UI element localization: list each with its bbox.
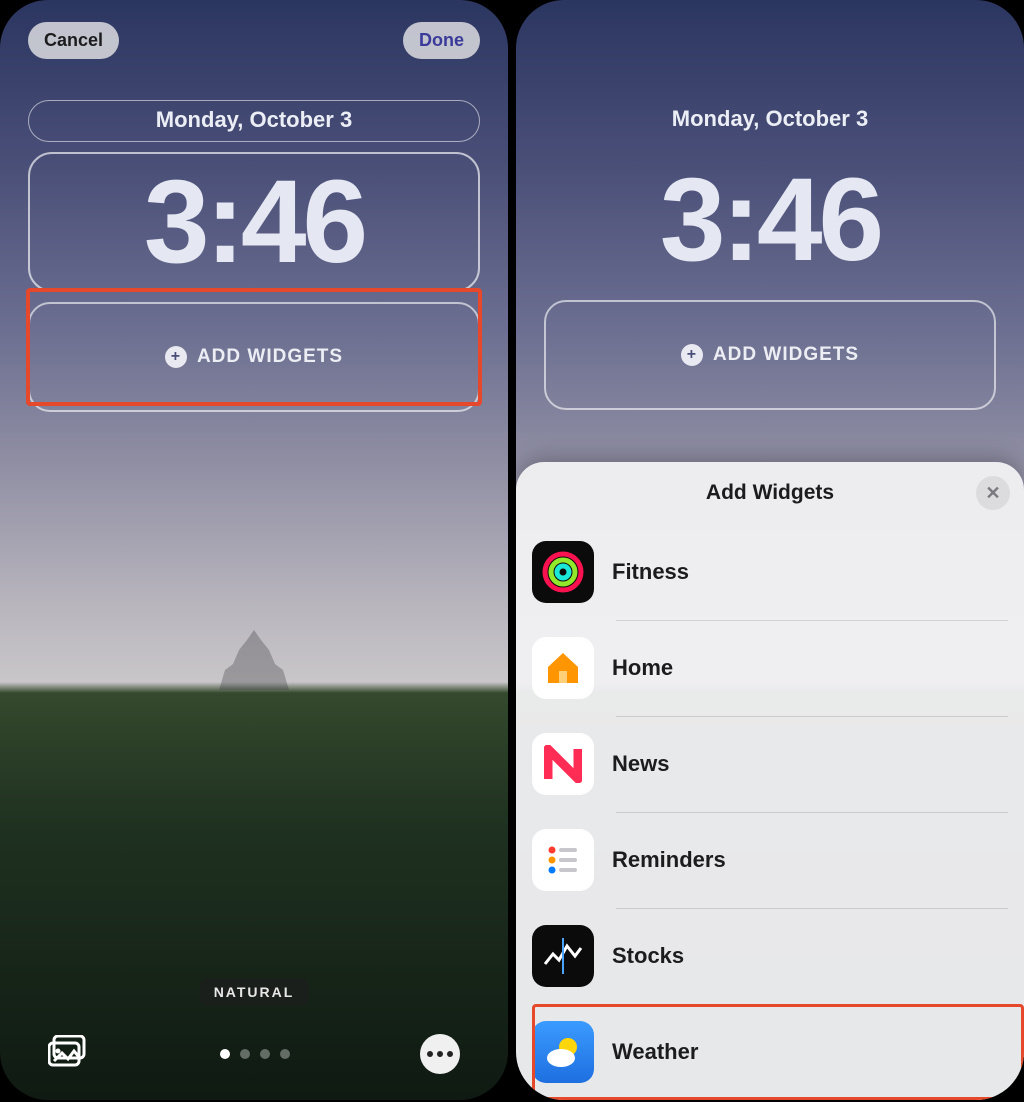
color-filter-chip[interactable]: NATURAL [200, 978, 309, 1006]
lock-time[interactable]: 3:46 [28, 152, 480, 292]
add-widgets-label: ADD WIDGETS [197, 346, 343, 368]
add-widgets-button[interactable]: + ADD WIDGETS [544, 300, 996, 410]
phone-screenshot-left: Cancel Done Monday, October 3 3:46 + ADD… [0, 0, 508, 1100]
reminders-list-icon [532, 829, 594, 891]
photo-gallery-button[interactable] [48, 1035, 90, 1074]
add-widgets-label: ADD WIDGETS [713, 344, 859, 366]
house-icon [532, 637, 594, 699]
lock-time: 3:46 [544, 150, 996, 290]
news-n-icon [532, 733, 594, 795]
widget-row-home[interactable]: Home [532, 620, 1024, 716]
lock-date[interactable]: Monday, October 3 [28, 100, 480, 142]
widget-row-label: News [612, 751, 669, 777]
bottom-toolbar [0, 1034, 508, 1074]
page-dot-2 [240, 1049, 250, 1059]
lock-time-value: 3:46 [660, 161, 880, 279]
widget-app-list[interactable]: Fitness Home News [516, 524, 1024, 1100]
more-options-button[interactable] [420, 1034, 460, 1074]
plus-circle-icon: + [681, 344, 703, 366]
weather-sun-cloud-icon [532, 1021, 594, 1083]
sheet-title: Add Widgets [706, 481, 834, 505]
widget-row-label: Fitness [612, 559, 689, 585]
page-dot-1 [220, 1049, 230, 1059]
widget-row-label: Stocks [612, 943, 684, 969]
widget-row-fitness[interactable]: Fitness [532, 524, 1024, 620]
tutorial-highlight-weather [532, 1004, 1024, 1100]
fitness-rings-icon [532, 541, 594, 603]
done-button[interactable]: Done [403, 22, 480, 59]
stocks-chart-icon [532, 925, 594, 987]
widget-row-weather[interactable]: Weather [532, 1004, 1024, 1100]
close-icon: ✕ [985, 483, 1000, 504]
widget-row-label: Weather [612, 1039, 698, 1065]
page-dot-3 [260, 1049, 270, 1059]
plus-circle-icon: + [165, 346, 187, 368]
phone-screenshot-right: Monday, October 3 3:46 + ADD WIDGETS Add… [516, 0, 1024, 1100]
add-widgets-sheet: Add Widgets ✕ Fitness Home [516, 462, 1024, 1100]
widget-row-stocks[interactable]: Stocks [532, 908, 1024, 1004]
widget-row-news[interactable]: News [532, 716, 1024, 812]
page-dot-4 [280, 1049, 290, 1059]
widget-row-label: Reminders [612, 847, 726, 873]
widget-row-label: Home [612, 655, 673, 681]
lock-time-value: 3:46 [144, 163, 364, 281]
widget-row-reminders[interactable]: Reminders [532, 812, 1024, 908]
gallery-icon [48, 1035, 90, 1069]
add-widgets-button[interactable]: + ADD WIDGETS [28, 302, 480, 412]
ellipsis-icon [427, 1051, 433, 1057]
page-indicator[interactable] [220, 1049, 290, 1059]
cancel-button[interactable]: Cancel [28, 22, 119, 59]
close-sheet-button[interactable]: ✕ [976, 476, 1010, 510]
lock-date: Monday, October 3 [544, 100, 996, 140]
